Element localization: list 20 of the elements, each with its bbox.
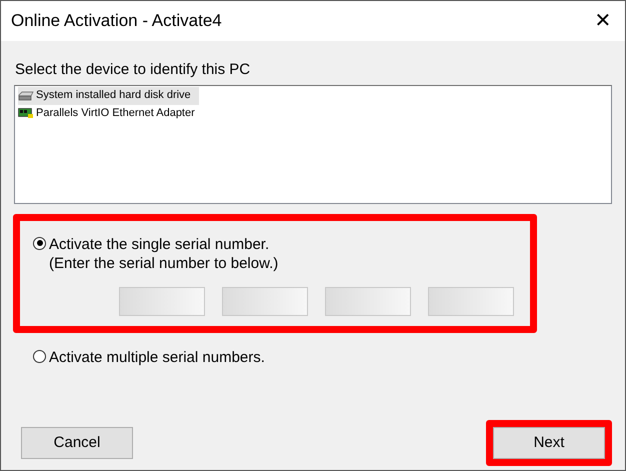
device-label: System installed hard disk drive [36, 88, 191, 104]
radio-button[interactable] [33, 236, 46, 250]
serial-field[interactable] [428, 286, 514, 316]
serial-field[interactable] [325, 286, 411, 316]
option-note: (Enter the serial number to below.) [49, 254, 278, 272]
device-item[interactable]: System installed hard disk drive [18, 86, 199, 104]
close-button[interactable]: ✕ [581, 1, 625, 41]
window-title: Online Activation - Activate4 [11, 10, 222, 32]
option-label: Activate the single serial number. [49, 234, 270, 254]
option-label: Activate multiple serial numbers. [49, 348, 265, 366]
serial-field[interactable] [119, 286, 205, 316]
serial-field[interactable] [222, 286, 308, 316]
network-card-icon [18, 108, 34, 119]
cancel-button[interactable]: Cancel [21, 427, 133, 459]
next-button[interactable]: Next [493, 427, 605, 459]
device-label: Parallels VirtIO Ethernet Adapter [36, 106, 195, 122]
device-list-label: Select the device to identify this PC [15, 60, 252, 80]
hard-disk-icon [18, 90, 34, 100]
radio-button[interactable] [33, 350, 46, 362]
device-item[interactable]: Parallels VirtIO Ethernet Adapter [18, 104, 203, 122]
